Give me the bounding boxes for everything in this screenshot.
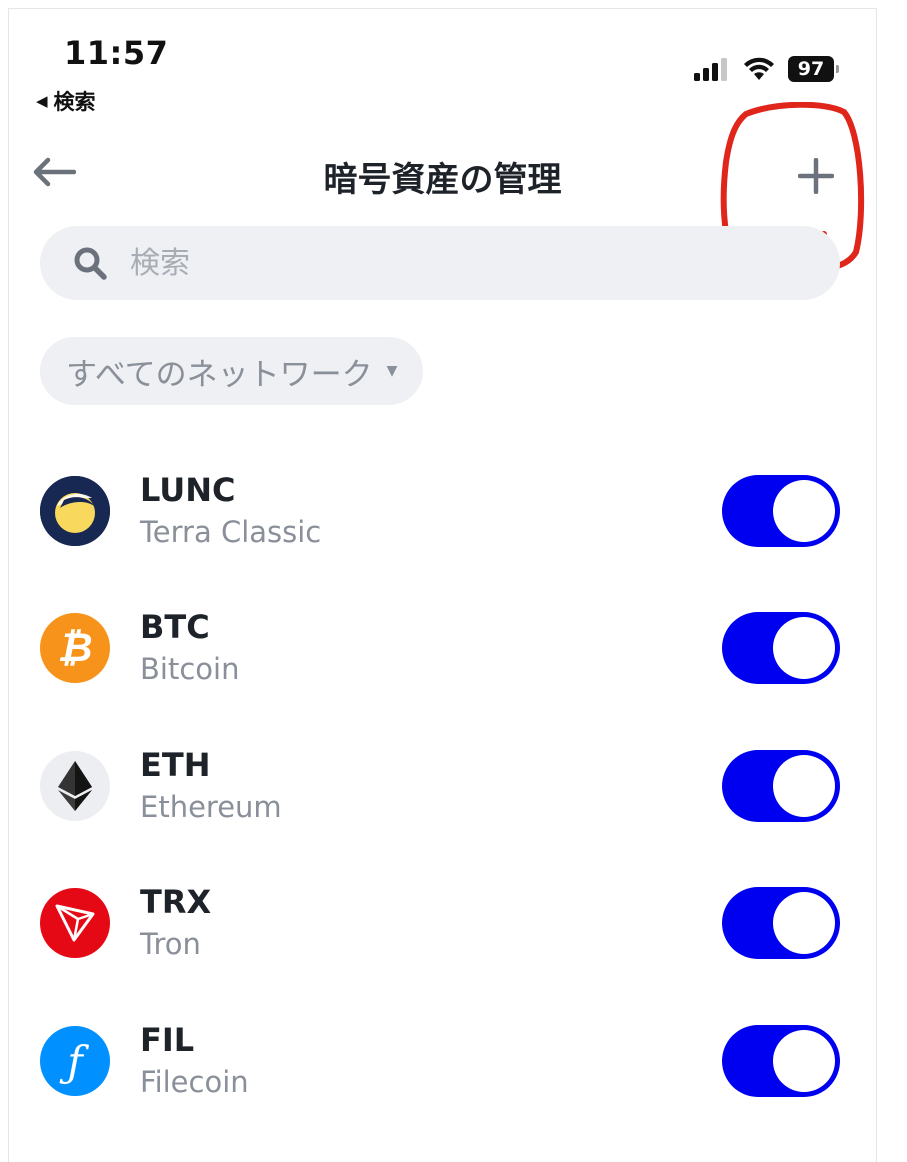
asset-toggle-fil[interactable]: [722, 1025, 840, 1097]
status-icons: 97: [694, 56, 839, 82]
toggle-knob: [773, 892, 835, 954]
asset-toggle-lunc[interactable]: [722, 475, 840, 547]
search-input[interactable]: [128, 244, 732, 282]
terra-classic-logo: [40, 476, 110, 546]
asset-toggle-eth[interactable]: [722, 750, 840, 822]
tron-icon: [40, 888, 110, 958]
battery-level: 97: [797, 58, 825, 80]
back-triangle-icon: ◀: [36, 92, 48, 110]
asset-toggle-btc[interactable]: [722, 612, 840, 684]
list-item: ƒ FIL Filecoin: [40, 1011, 840, 1111]
cellular-signal-icon: [694, 58, 727, 81]
network-filter-dropdown[interactable]: すべてのネットワーク ▼: [40, 337, 424, 405]
terra-classic-icon: [40, 476, 110, 546]
asset-name: Ethereum: [140, 789, 282, 824]
bitcoin-glyph: ₿: [57, 625, 93, 671]
toggle-knob: [773, 755, 835, 817]
list-item: ₿ BTC Bitcoin: [40, 598, 840, 698]
search-icon: [74, 247, 107, 280]
back-to-app-label: 検索: [53, 90, 96, 114]
asset-symbol: FIL: [140, 1021, 195, 1060]
network-filter-label: すべてのネットワーク: [66, 356, 373, 393]
filecoin-glyph: ƒ: [67, 1036, 83, 1086]
ethereum-logo: [58, 761, 92, 811]
asset-symbol: ETH: [140, 746, 211, 785]
asset-symbol: LUNC: [140, 471, 236, 510]
add-asset-button[interactable]: [790, 150, 842, 202]
asset-name: Terra Classic: [140, 514, 322, 549]
tron-logo: [55, 904, 95, 942]
bitcoin-icon: ₿: [40, 613, 110, 683]
list-item: TRX Tron: [40, 873, 840, 973]
asset-name: Bitcoin: [140, 651, 240, 686]
asset-name: Filecoin: [140, 1064, 249, 1099]
asset-toggle-trx[interactable]: [722, 887, 840, 959]
asset-name: Tron: [140, 926, 201, 961]
battery-icon: 97: [788, 56, 839, 82]
toggle-knob: [773, 617, 835, 679]
caret-down-icon: ▼: [386, 363, 398, 379]
list-item: LUNC Terra Classic: [40, 461, 840, 561]
back-to-app-link[interactable]: ◀ 検索: [36, 86, 96, 116]
status-time: 11:57: [64, 34, 169, 72]
toggle-knob: [773, 1030, 835, 1092]
ethereum-icon: [40, 751, 110, 821]
plus-icon: [798, 158, 834, 194]
asset-symbol: TRX: [140, 883, 212, 922]
list-item: ETH Ethereum: [40, 736, 840, 836]
wifi-icon: [744, 57, 774, 80]
search-bar[interactable]: [40, 226, 840, 300]
page-title: 暗号資産の管理: [323, 160, 562, 200]
asset-symbol: BTC: [140, 608, 210, 647]
toggle-knob: [773, 480, 835, 542]
filecoin-icon: ƒ: [40, 1026, 110, 1096]
